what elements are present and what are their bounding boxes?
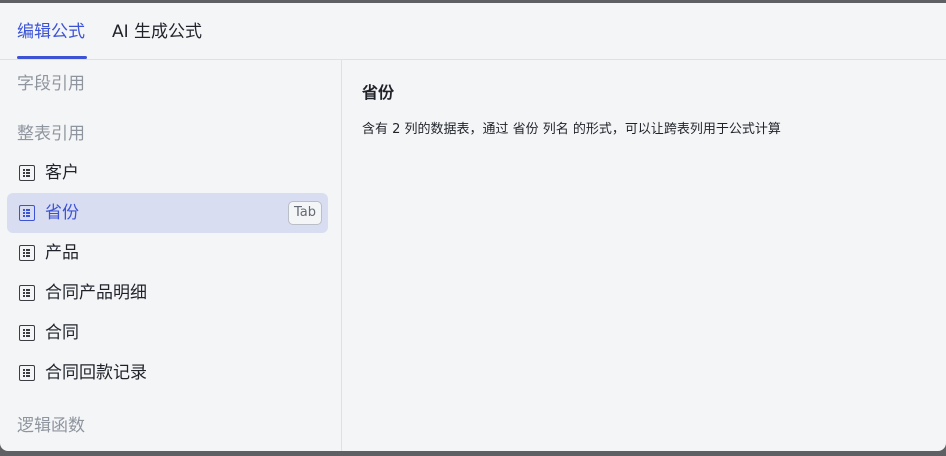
section-field-reference[interactable]: 字段引用 — [17, 72, 85, 96]
table-item-label: 客户 — [45, 163, 79, 183]
table-item-label: 省份 — [45, 203, 79, 223]
tab-shortcut-badge: Tab — [287, 201, 322, 225]
table-item-contract[interactable]: 合同 — [7, 313, 328, 353]
table-item-label: 合同 — [45, 323, 79, 343]
table-icon — [19, 205, 35, 221]
table-item-customer[interactable]: 客户 — [7, 153, 328, 193]
tab-edit-formula[interactable]: 编辑公式 — [17, 20, 85, 44]
detail-description: 含有 2 列的数据表，通过 省份 列名 的形式，可以让跨表列用于公式计算 — [362, 122, 781, 137]
table-icon — [19, 165, 35, 181]
formula-editor-panel: 编辑公式 AI 生成公式 字段引用 整表引用 客户 省份 Tab 产品 合同产品… — [0, 3, 946, 451]
table-icon — [19, 285, 35, 301]
table-item-label: 合同产品明细 — [45, 283, 147, 303]
tab-bar: 编辑公式 AI 生成公式 — [0, 3, 946, 60]
table-icon — [19, 325, 35, 341]
table-item-contract-payment-records[interactable]: 合同回款记录 — [7, 353, 328, 393]
table-item-contract-product-detail[interactable]: 合同产品明细 — [7, 273, 328, 313]
table-icon — [19, 365, 35, 381]
table-icon — [19, 245, 35, 261]
table-item-province[interactable]: 省份 Tab — [7, 193, 328, 233]
table-item-product[interactable]: 产品 — [7, 233, 328, 273]
table-item-label: 合同回款记录 — [45, 363, 147, 383]
section-table-reference: 整表引用 — [17, 124, 85, 144]
detail-title: 省份 — [362, 83, 395, 102]
section-logic-functions[interactable]: 逻辑函数 — [17, 414, 85, 438]
active-tab-indicator — [17, 56, 87, 59]
tab-ai-generate-formula[interactable]: AI 生成公式 — [112, 20, 202, 44]
reference-sidebar: 字段引用 整表引用 客户 省份 Tab 产品 合同产品明细 合同 合同回款记录 … — [0, 60, 342, 451]
table-item-label: 产品 — [45, 243, 79, 263]
